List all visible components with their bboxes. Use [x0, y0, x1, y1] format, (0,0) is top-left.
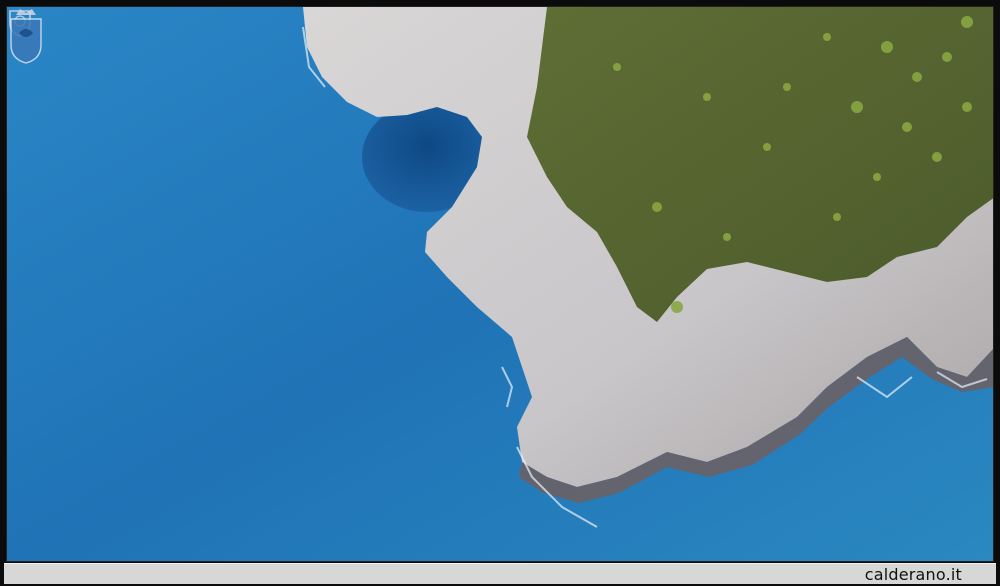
aerial-photo	[6, 6, 994, 562]
aerial-photo-drawing	[7, 7, 993, 561]
photo-frame: calderano.it	[0, 0, 1000, 586]
caption-bar: calderano.it	[4, 563, 996, 584]
coat-of-arms-icon	[10, 9, 42, 64]
site-label[interactable]: calderano.it	[865, 565, 962, 584]
